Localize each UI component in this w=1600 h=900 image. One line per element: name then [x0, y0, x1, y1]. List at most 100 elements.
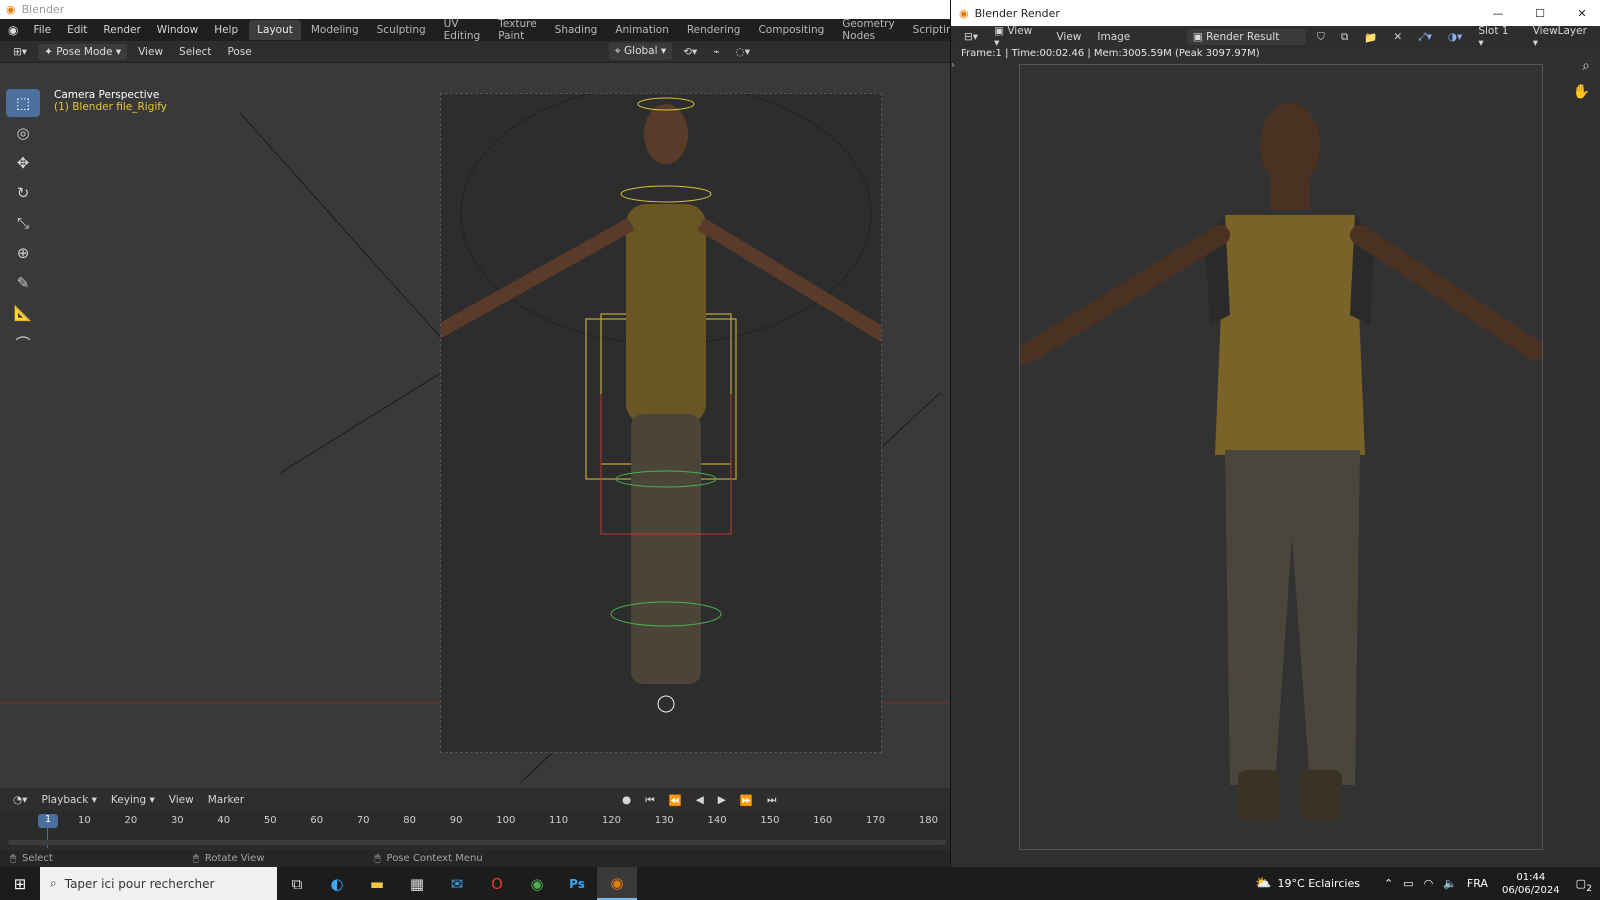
menu-pose[interactable]: Pose [222, 44, 256, 60]
overlay-icon[interactable]: ◑▾ [1443, 29, 1467, 45]
viewlayer-dropdown[interactable]: ViewLayer ▾ [1528, 23, 1600, 51]
close-button[interactable]: ✕ [1564, 7, 1600, 20]
taskbar-search[interactable]: ⌕ Taper ici pour rechercher [40, 867, 277, 900]
mode-dropdown[interactable]: ✦ Pose Mode ▾ [38, 43, 128, 60]
slot-dropdown[interactable]: Slot 1 ▾ [1473, 23, 1521, 51]
menu-render[interactable]: Render [96, 22, 147, 38]
current-frame-marker[interactable]: 1 [38, 814, 58, 828]
new-image-icon[interactable]: ⧉ [1336, 29, 1354, 46]
camera-frame [377, 83, 935, 753]
open-folder-icon[interactable]: 📁 [1359, 29, 1382, 46]
measure-icon[interactable]: 📐 [6, 299, 40, 327]
menu-view[interactable]: View [1051, 29, 1086, 45]
image-selector[interactable]: ▣ Render Result [1186, 29, 1306, 45]
pose-relax-icon[interactable]: ⌒ [6, 329, 40, 357]
menu-view[interactable]: View [133, 44, 168, 60]
device-icon[interactable]: ▭ [1403, 877, 1413, 890]
menu-edit[interactable]: Edit [60, 22, 94, 38]
file-explorer-icon[interactable]: ▬ [357, 867, 397, 900]
frame-tick: 170 [866, 815, 886, 826]
prev-key-icon[interactable]: ⏪ [664, 792, 687, 809]
mouse-left-icon: 🖱 [10, 853, 16, 864]
clock[interactable]: 01:44 06/06/2024 [1502, 871, 1560, 897]
gizmo-icon[interactable]: ⤢▾ [1413, 29, 1437, 46]
tab-layout[interactable]: Layout [249, 20, 301, 40]
blender-taskbar-icon[interactable]: ◉ [597, 867, 637, 900]
menu-keying[interactable]: Keying ▾ [106, 792, 160, 808]
3d-viewport[interactable]: ⬚ ◎ ✥ ↻ ⤡ ⊕ ✎ 📐 ⌒ Camera Perspective (1)… [0, 63, 950, 788]
transform-icon[interactable]: ⊕ [6, 239, 40, 267]
menu-window[interactable]: Window [150, 22, 205, 38]
status-select: Select [22, 853, 53, 864]
menu-timeline-view[interactable]: View [164, 792, 199, 808]
pose-icon: ✦ [44, 45, 53, 58]
frame-ticks: 10 20 30 40 50 60 70 80 90 100 110 120 130 140 150 160 1… [78, 815, 938, 826]
unlink-icon[interactable]: ✕ [1388, 29, 1407, 45]
tab-geometry-nodes[interactable]: Geometry Nodes [834, 14, 902, 46]
menu-marker[interactable]: Marker [203, 792, 249, 808]
frame-tick: 90 [449, 815, 463, 826]
window-title: Blender [21, 3, 65, 16]
timeline-scrollbar[interactable] [8, 840, 946, 845]
language-indicator[interactable]: FRA [1467, 877, 1488, 890]
tab-shading[interactable]: Shading [547, 20, 606, 40]
snap-icon[interactable]: ⌁ [708, 44, 724, 60]
timeline[interactable]: 1 10 20 30 40 50 60 70 80 90 100 110 120 130 140 150 16… [0, 810, 950, 850]
tab-texture-paint[interactable]: Texture Paint [490, 14, 544, 46]
record-icon[interactable]: ● [617, 792, 636, 808]
tab-compositing[interactable]: Compositing [750, 20, 832, 40]
jump-start-icon[interactable]: ⏮ [640, 792, 659, 809]
tab-animation[interactable]: Animation [607, 20, 677, 40]
blender-logo-icon[interactable]: ◉ [8, 23, 18, 37]
store-icon[interactable]: ▦ [397, 867, 437, 900]
tab-rendering[interactable]: Rendering [679, 20, 749, 40]
zoom-icon[interactable]: ⌕ [1582, 58, 1590, 74]
select-box-icon[interactable]: ⬚ [6, 89, 40, 117]
frame-tick: 150 [760, 815, 780, 826]
play-icon[interactable]: ▶ [713, 792, 731, 808]
annotate-icon[interactable]: ✎ [6, 269, 40, 297]
tab-sculpting[interactable]: Sculpting [369, 20, 434, 40]
clock-icon[interactable]: ◔▾ [8, 792, 32, 808]
tray-chevron-icon[interactable]: ⌃ [1384, 877, 1393, 890]
play-reverse-icon[interactable]: ◀ [691, 792, 709, 808]
scale-icon[interactable]: ⤡ [6, 209, 40, 237]
pan-hand-icon[interactable]: ✋ [1573, 84, 1590, 100]
menu-playback[interactable]: Playback ▾ [36, 792, 101, 808]
task-view-icon[interactable]: ⧉ [277, 867, 317, 900]
volume-icon[interactable]: 🔈 [1443, 877, 1457, 890]
mail-icon[interactable]: ✉ [437, 867, 477, 900]
menu-file[interactable]: File [26, 22, 58, 38]
transform-orientation-dropdown[interactable]: ⌖ Global ▾ [608, 43, 673, 60]
clock-date: 06/06/2024 [1501, 884, 1560, 896]
notification-icon[interactable]: ▢ 2 [1576, 877, 1592, 894]
maximize-button[interactable]: ☐ [1522, 7, 1558, 20]
tab-uv-editing[interactable]: UV Editing [436, 14, 489, 46]
menu-select[interactable]: Select [174, 44, 216, 60]
tool-shelf: ⬚ ◎ ✥ ↻ ⤡ ⊕ ✎ 📐 ⌒ [6, 89, 40, 359]
move-icon[interactable]: ✥ [6, 149, 40, 177]
next-key-icon[interactable]: ⏩ [735, 792, 758, 809]
status-rotate: Rotate View [204, 853, 265, 864]
weather-text[interactable]: 19°C Eclaircies [1278, 877, 1360, 890]
minimize-button[interactable]: — [1480, 7, 1516, 20]
menu-help[interactable]: Help [207, 22, 245, 38]
cursor-icon[interactable]: ◎ [6, 119, 40, 147]
tab-modeling[interactable]: Modeling [303, 20, 367, 40]
wifi-icon[interactable]: ◠ [1424, 877, 1434, 890]
editor-type-icon[interactable]: ⊞▾ [8, 44, 32, 60]
windows-start-icon[interactable]: ⊞ [0, 867, 40, 900]
jump-end-icon[interactable]: ⏭ [762, 792, 781, 809]
chrome-icon[interactable]: ◉ [517, 867, 557, 900]
edge-icon[interactable]: ◐ [317, 867, 357, 900]
view-mode-dropdown[interactable]: ▣ View ▾ [989, 23, 1045, 51]
opera-icon[interactable]: O [477, 867, 517, 900]
menu-image[interactable]: Image [1092, 29, 1135, 45]
sidebar-toggle-icon[interactable]: › [951, 60, 955, 71]
editor-type-icon[interactable]: ⊟▾ [959, 29, 983, 45]
photoshop-icon[interactable]: Ps [557, 867, 597, 900]
fake-user-icon[interactable]: ⛉ [1312, 29, 1330, 46]
rotate-icon[interactable]: ↻ [6, 179, 40, 207]
proportional-icon[interactable]: ◌▾ [731, 44, 755, 60]
pivot-icon[interactable]: ⟲▾ [678, 44, 702, 60]
